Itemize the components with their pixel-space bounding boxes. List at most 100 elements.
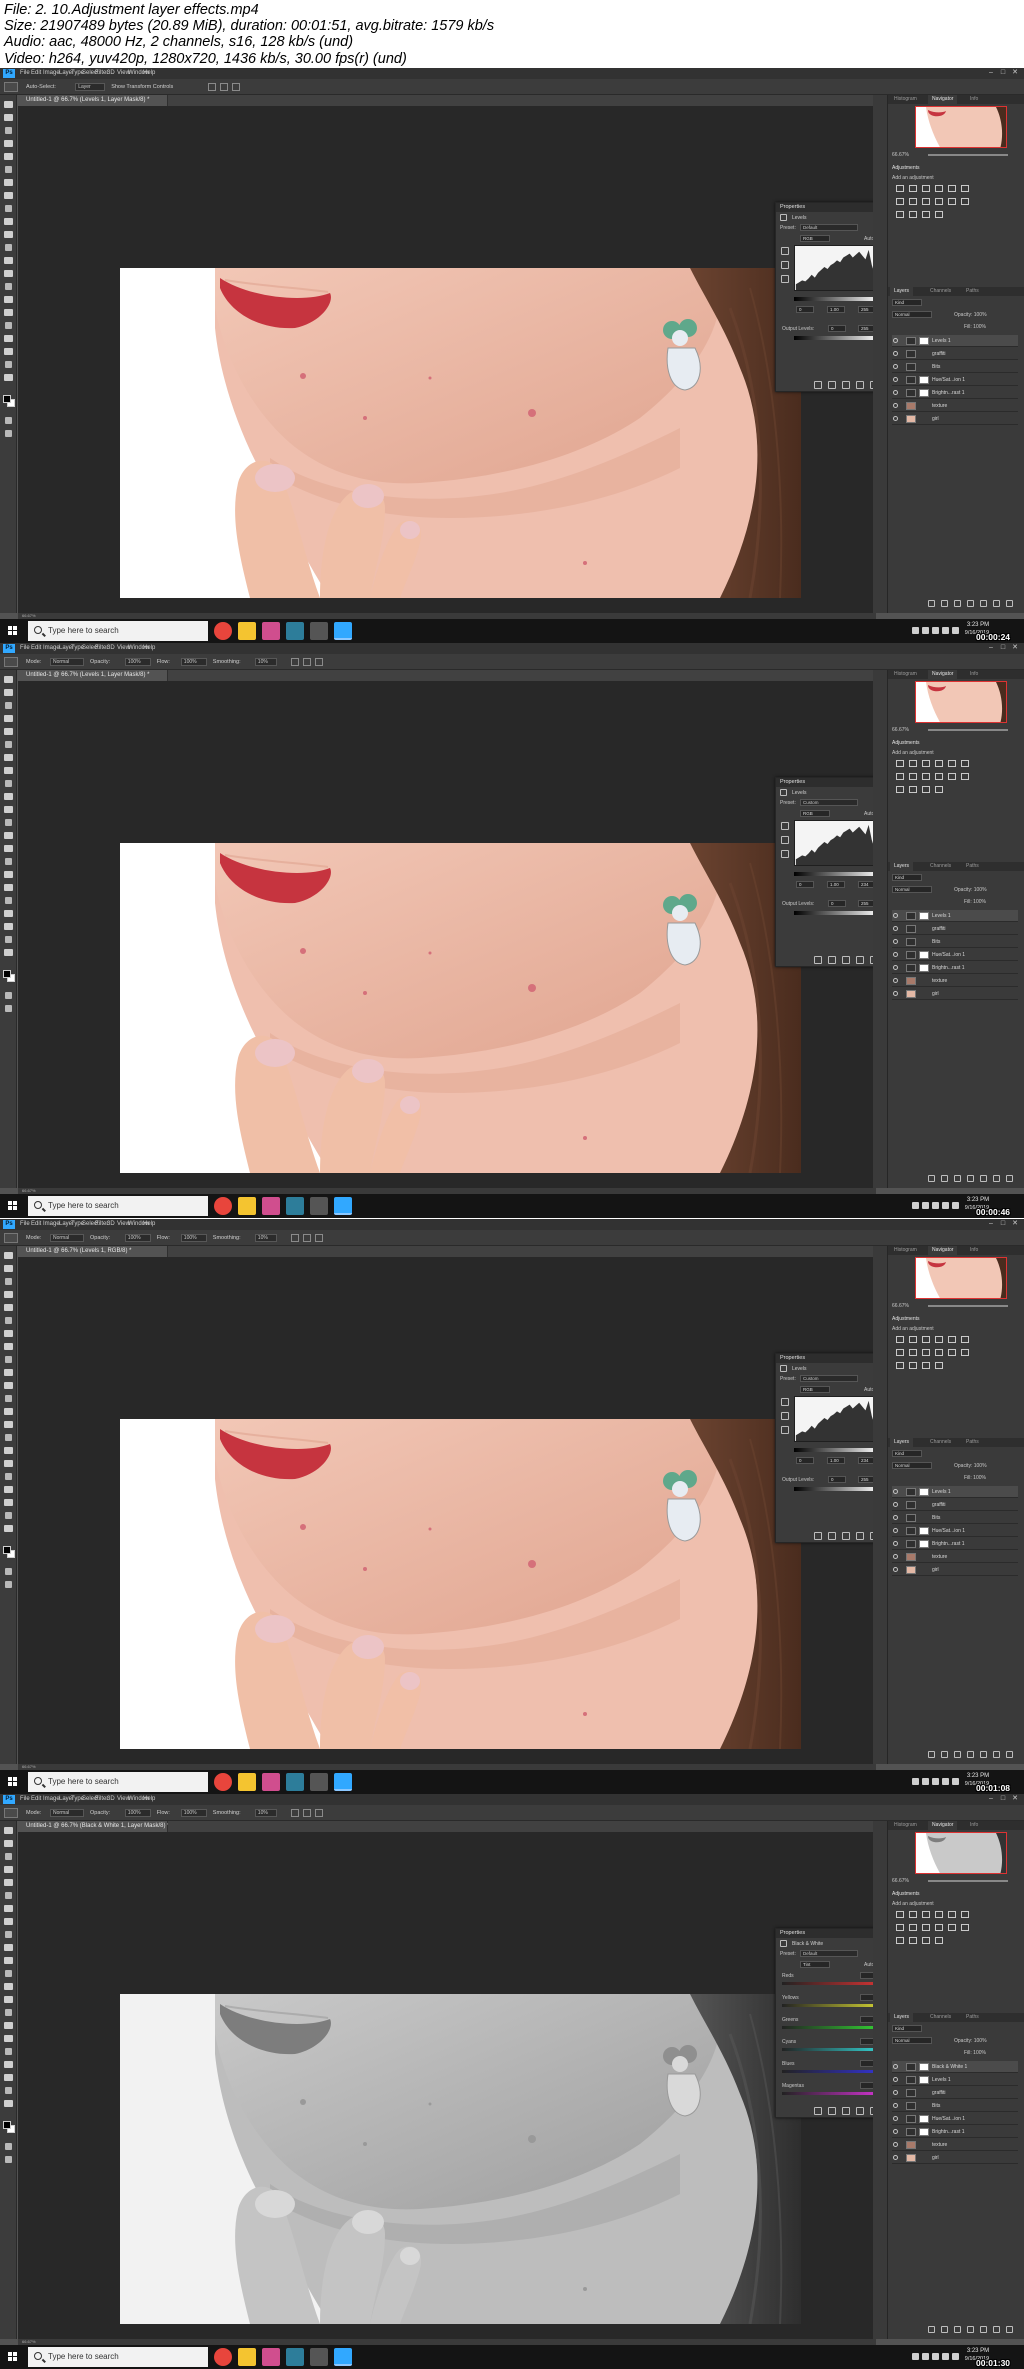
vibrance-icon[interactable] bbox=[948, 1336, 956, 1343]
tab-paths[interactable]: Paths bbox=[962, 2013, 983, 2022]
hand-tool-icon[interactable] bbox=[4, 348, 13, 355]
layer-row[interactable]: texture bbox=[892, 1551, 1018, 1563]
layer-mask-thumbnail[interactable] bbox=[919, 2128, 929, 2136]
menu-file[interactable]: File bbox=[20, 70, 30, 77]
selective-color-icon[interactable] bbox=[935, 1362, 943, 1369]
windows-start-icon[interactable] bbox=[8, 1777, 18, 1787]
store-icon[interactable] bbox=[286, 2348, 304, 2366]
dodge-tool-icon[interactable] bbox=[5, 2009, 12, 2016]
more-tools-icon[interactable] bbox=[4, 1525, 13, 1532]
taskbar-search[interactable]: Type here to search bbox=[28, 1196, 208, 1216]
menu-image[interactable]: Image bbox=[43, 70, 60, 77]
navigator-zoom-slider[interactable] bbox=[928, 154, 1008, 156]
more-tools-icon[interactable] bbox=[4, 2100, 13, 2107]
layer-mask-thumbnail[interactable] bbox=[919, 1540, 929, 1548]
tab-histogram[interactable]: Histogram bbox=[890, 1821, 921, 1830]
menu-3d[interactable]: 3D bbox=[107, 1796, 115, 1803]
visibility-eye-icon[interactable] bbox=[893, 2077, 898, 2082]
frame-tool-icon[interactable] bbox=[5, 741, 12, 748]
visibility-eye-icon[interactable] bbox=[893, 1489, 898, 1494]
shape-tool-icon[interactable] bbox=[4, 1486, 13, 1493]
store-icon[interactable] bbox=[286, 1773, 304, 1791]
clone-stamp-icon[interactable] bbox=[4, 218, 13, 225]
visibility-icon[interactable] bbox=[856, 956, 864, 964]
input-levels-gradient[interactable] bbox=[794, 1448, 880, 1452]
chrome-icon[interactable] bbox=[214, 1197, 232, 1215]
shape-tool-icon[interactable] bbox=[4, 335, 13, 342]
option-toggle-icon[interactable] bbox=[314, 1234, 323, 1242]
channel-mixer-icon[interactable] bbox=[935, 1924, 943, 1931]
posterize-icon[interactable] bbox=[896, 1362, 904, 1369]
link-layers-icon[interactable] bbox=[928, 2326, 935, 2333]
option-value[interactable]: Layer bbox=[75, 83, 106, 91]
layer-style-icon[interactable] bbox=[941, 1751, 948, 1758]
reset-icon[interactable] bbox=[842, 956, 850, 964]
visibility-eye-icon[interactable] bbox=[893, 952, 898, 957]
layer-row[interactable]: graffiti bbox=[892, 923, 1018, 935]
path-select-icon[interactable] bbox=[5, 897, 12, 904]
volume-icon[interactable] bbox=[922, 1778, 929, 1785]
quick-select-tool-icon[interactable] bbox=[4, 715, 13, 722]
volume-icon[interactable] bbox=[922, 627, 929, 634]
layer-row[interactable]: Black & White 1 bbox=[892, 2061, 1018, 2073]
curves-icon[interactable] bbox=[922, 1911, 930, 1918]
dodge-tool-icon[interactable] bbox=[5, 1434, 12, 1441]
new-adjustment-icon[interactable] bbox=[967, 2326, 974, 2333]
current-tool-icon[interactable] bbox=[4, 82, 18, 92]
document-tab[interactable]: Untitled-1 @ 66.7% (Levels 1, Layer Mask… bbox=[18, 95, 168, 106]
navigator-zoom-slider[interactable] bbox=[928, 1880, 1008, 1882]
quick-select-tool-icon[interactable] bbox=[4, 1866, 13, 1873]
quick-select-tool-icon[interactable] bbox=[4, 1291, 13, 1298]
taskbar-search[interactable]: Type here to search bbox=[28, 2347, 208, 2367]
layer-style-icon[interactable] bbox=[941, 2326, 948, 2333]
visibility-eye-icon[interactable] bbox=[893, 2103, 898, 2108]
visibility-eye-icon[interactable] bbox=[893, 939, 898, 944]
levels-icon[interactable] bbox=[909, 760, 917, 767]
channel-dropdown[interactable]: RGB bbox=[800, 810, 830, 817]
new-layer-icon[interactable] bbox=[993, 1175, 1000, 1182]
healing-brush-icon[interactable] bbox=[4, 1918, 13, 1925]
minimize-icon[interactable]: – bbox=[986, 69, 996, 77]
blur-tool-icon[interactable] bbox=[4, 845, 13, 852]
option-value[interactable]: 10% bbox=[254, 1809, 277, 1817]
hand-tool-icon[interactable] bbox=[4, 1499, 13, 1506]
levels-histogram[interactable] bbox=[794, 245, 880, 291]
option-toggle-icon[interactable] bbox=[302, 658, 311, 666]
tab-histogram[interactable]: Histogram bbox=[890, 1246, 921, 1255]
healing-brush-icon[interactable] bbox=[4, 192, 13, 199]
file-explorer-icon[interactable] bbox=[238, 622, 256, 640]
move-tool-icon[interactable] bbox=[4, 676, 13, 683]
layer-row[interactable]: Brightn...rast 1 bbox=[892, 962, 1018, 974]
tab-paths[interactable]: Paths bbox=[962, 862, 983, 871]
notifications-icon[interactable] bbox=[952, 2353, 959, 2360]
posterize-icon[interactable] bbox=[896, 1937, 904, 1944]
layer-row[interactable]: Hue/Sat...ion 1 bbox=[892, 2113, 1018, 2125]
eyedropper-tool-icon[interactable] bbox=[4, 754, 13, 761]
view-previous-icon[interactable] bbox=[828, 956, 836, 964]
invert-icon[interactable] bbox=[961, 198, 969, 205]
obs-icon[interactable] bbox=[310, 622, 328, 640]
taskbar-search[interactable]: Type here to search bbox=[28, 621, 208, 641]
document-tab[interactable]: Untitled-1 @ 66.7% (Levels 1, Layer Mask… bbox=[18, 670, 168, 681]
quick-mask-icon[interactable] bbox=[5, 1568, 12, 1575]
layer-row[interactable]: Hue/Sat...ion 1 bbox=[892, 374, 1018, 386]
layer-row[interactable]: Levels 1 bbox=[892, 2074, 1018, 2086]
screen-mode-icon[interactable] bbox=[5, 2156, 12, 2163]
black-white-icon[interactable] bbox=[909, 1924, 917, 1931]
blend-mode-dropdown[interactable]: Normal bbox=[892, 311, 932, 318]
layer-row[interactable]: Hue/Sat...ion 1 bbox=[892, 1525, 1018, 1537]
eyedropper-gray-icon[interactable] bbox=[781, 836, 789, 844]
tab-histogram[interactable]: Histogram bbox=[890, 670, 921, 679]
visibility-eye-icon[interactable] bbox=[893, 364, 898, 369]
obs-icon[interactable] bbox=[310, 1773, 328, 1791]
bw-slider-track[interactable] bbox=[782, 2070, 878, 2073]
tab-navigator[interactable]: Navigator bbox=[928, 95, 958, 104]
input-level-value[interactable]: 0 bbox=[796, 306, 814, 313]
canvas-area[interactable]: Properties Levels Preset: Default RGB Auto 0 1.… bbox=[18, 106, 890, 613]
option-toggle-icon[interactable] bbox=[232, 83, 240, 91]
menu-help[interactable]: Help bbox=[143, 645, 155, 652]
photoshop-app-icon[interactable] bbox=[334, 622, 352, 640]
channel-mixer-icon[interactable] bbox=[935, 1349, 943, 1356]
clip-to-layer-icon[interactable] bbox=[814, 1532, 822, 1540]
healing-brush-icon[interactable] bbox=[4, 767, 13, 774]
